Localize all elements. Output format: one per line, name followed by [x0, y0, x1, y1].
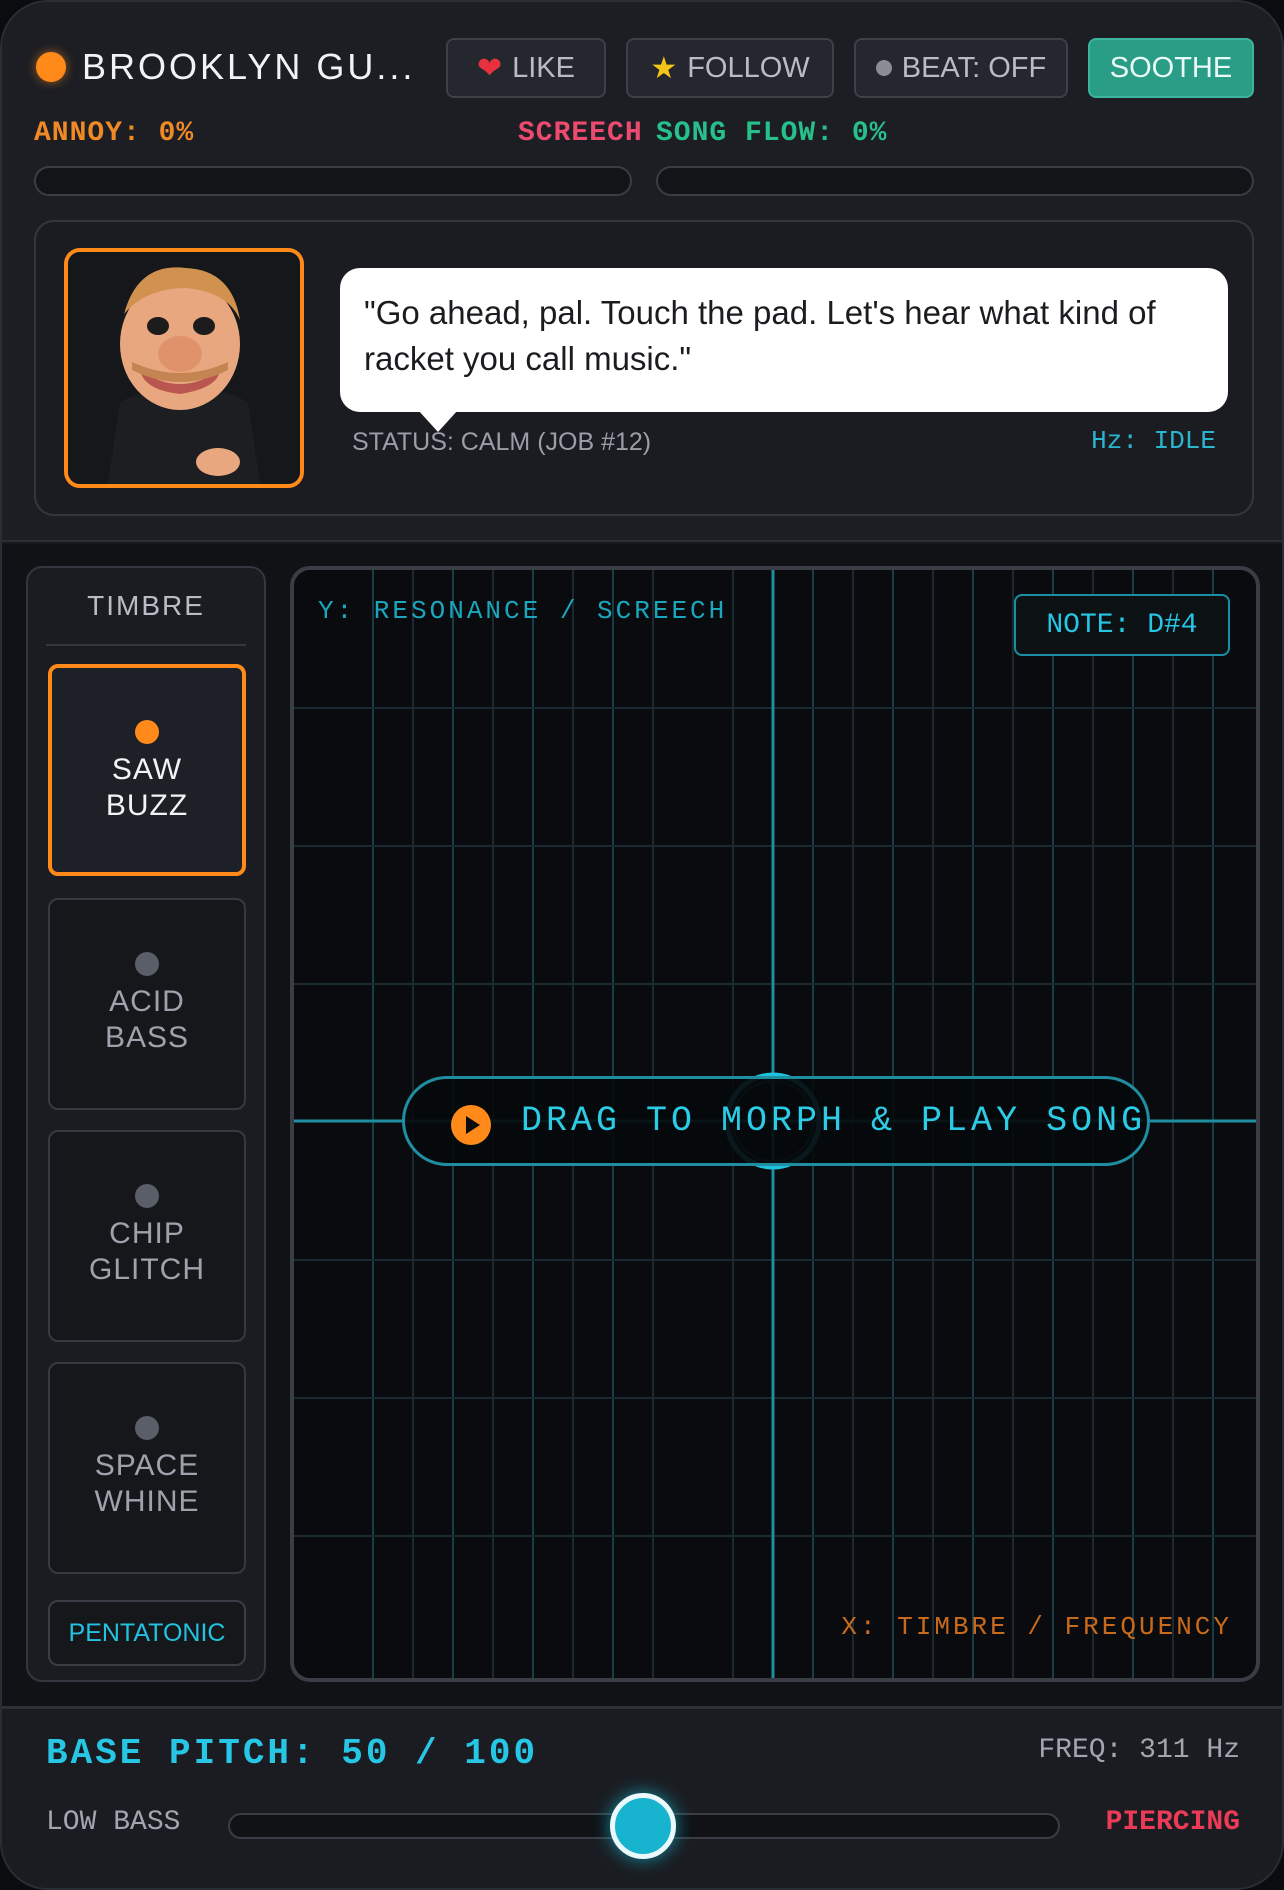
drag-to-play-hint[interactable]: DRAG TO MORPH & PLAY SONG	[402, 1076, 1150, 1166]
beat-toggle-button[interactable]: BEAT: OFF	[854, 38, 1068, 98]
timbre-chip-glitch-button[interactable]: CHIP GLITCH	[48, 1130, 246, 1342]
hz-readout: Hz: IDLE	[1091, 426, 1216, 456]
scale-pentatonic-button[interactable]: PENTATONIC	[48, 1600, 246, 1666]
y-axis-label: Y: RESONANCE / SCREECH	[318, 596, 728, 626]
annoy-meter-label: ANNOY: 0%	[34, 118, 195, 149]
timbre-label: CHIP GLITCH	[88, 1217, 205, 1286]
xy-pad[interactable]: Y: RESONANCE / SCREECH X: TIMBRE / FREQU…	[290, 566, 1260, 1682]
x-axis-label: X: TIMBRE / FREQUENCY	[841, 1612, 1232, 1642]
puppet-portrait	[68, 252, 300, 484]
character-panel: "Go ahead, pal. Touch the pad. Let's hea…	[34, 220, 1254, 516]
unselected-dot-icon	[135, 952, 159, 976]
annoy-meter	[34, 166, 632, 196]
divider	[46, 644, 246, 646]
follow-button[interactable]: ★ FOLLOW	[626, 38, 834, 98]
app-title: BROOKLYN GU...	[82, 46, 416, 87]
soothe-label: SOOTHE	[1109, 51, 1233, 84]
piercing-label: PIERCING	[1105, 1807, 1240, 1838]
like-label: LIKE	[512, 51, 575, 84]
title-row: BROOKLYN GU... ❤ LIKE ★ FOLLOW BEAT: OFF…	[32, 34, 1256, 98]
timbre-acid-bass-button[interactable]: ACID BASS	[48, 898, 246, 1110]
frequency-readout: FREQ: 311 Hz	[1038, 1735, 1240, 1766]
screech-label: SCREECH	[518, 118, 643, 149]
speech-text: "Go ahead, pal. Touch the pad. Let's hea…	[364, 294, 1156, 377]
song-flow-meter-label: SONG FLOW: 0%	[656, 118, 888, 149]
song-flow-meter	[656, 166, 1254, 196]
timbre-label: SAW BUZZ	[105, 753, 189, 822]
like-button[interactable]: ❤ LIKE	[446, 38, 606, 98]
header: BROOKLYN GU... ❤ LIKE ★ FOLLOW BEAT: OFF…	[2, 2, 1282, 542]
star-icon: ★	[650, 51, 678, 85]
selected-dot-icon	[135, 720, 159, 744]
base-pitch-title: BASE PITCH: 50 / 100	[46, 1733, 539, 1774]
beat-status-icon	[875, 60, 892, 76]
live-indicator-icon	[36, 52, 66, 82]
heart-icon: ❤	[476, 51, 503, 85]
soothe-button[interactable]: SOOTHE	[1088, 38, 1254, 98]
note-badge: NOTE: D#4	[1014, 594, 1230, 656]
play-hint-label: DRAG TO MORPH & PLAY SONG	[521, 1101, 1147, 1141]
app-window: BROOKLYN GU... ❤ LIKE ★ FOLLOW BEAT: OFF…	[0, 0, 1284, 1890]
play-icon	[451, 1105, 491, 1145]
beat-label: BEAT: OFF	[901, 51, 1047, 84]
character-status: STATUS: CALM (JOB #12)	[352, 428, 652, 456]
puppet-avatar	[64, 248, 304, 488]
timbre-space-whine-button[interactable]: SPACE WHINE	[48, 1362, 246, 1574]
low-bass-label: LOW BASS	[46, 1807, 181, 1838]
timbre-label: SPACE WHINE	[94, 1449, 200, 1518]
timbre-title: TIMBRE	[87, 590, 205, 621]
unselected-dot-icon	[135, 1416, 159, 1440]
speech-bubble: "Go ahead, pal. Touch the pad. Let's hea…	[340, 268, 1228, 432]
follow-label: FOLLOW	[687, 51, 810, 84]
pitch-slider-thumb[interactable]	[610, 1793, 676, 1859]
instrument-area: TIMBRE SAW BUZZ ACID BASS CHIP GLITCH SP…	[2, 544, 1282, 1706]
timbre-saw-buzz-button[interactable]: SAW BUZZ	[48, 664, 246, 876]
unselected-dot-icon	[135, 1184, 159, 1208]
timbre-label: ACID BASS	[104, 985, 190, 1054]
pitch-control: BASE PITCH: 50 / 100 FREQ: 311 Hz LOW BA…	[2, 1706, 1282, 1888]
timbre-panel: TIMBRE SAW BUZZ ACID BASS CHIP GLITCH SP…	[26, 566, 266, 1682]
